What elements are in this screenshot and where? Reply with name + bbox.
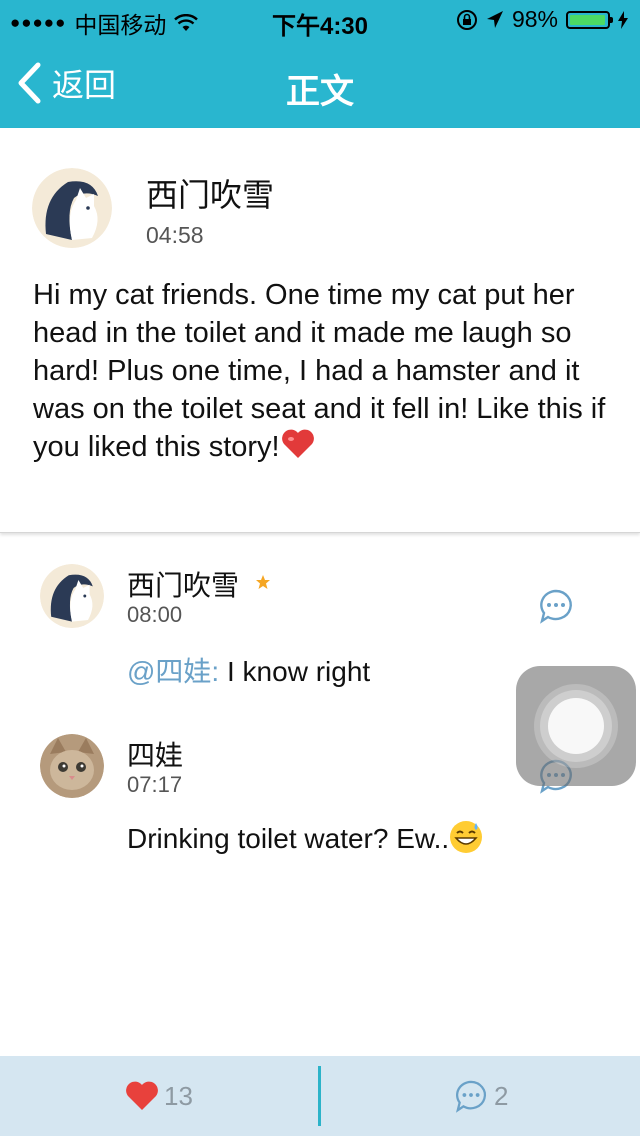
cat-avatar-image [40, 564, 104, 628]
page-title: 正文 [286, 73, 354, 111]
mention-link[interactable]: @四娃: [127, 656, 219, 687]
battery-percent: 98% [511, 6, 558, 32]
post-time: 04:58 [146, 222, 204, 248]
grinning-sweat-emoji-icon [450, 821, 483, 853]
battery-fill [570, 14, 606, 25]
post-text: Hi my cat friends. One time my cat put h… [33, 279, 606, 463]
author-name: 西门吹雪 [146, 177, 275, 213]
status-right-group: 98% [456, 6, 628, 33]
comment-body: I know right [219, 656, 371, 687]
comment-text: Drinking toilet water? Ew.. [127, 820, 483, 855]
post-card: 西门吹雪 04:58 Hi my cat friends. One time m… [0, 128, 640, 533]
charging-bolt-icon [618, 10, 628, 29]
battery-icon [566, 10, 613, 29]
kitten-photo-avatar-image [40, 734, 104, 798]
commenter-avatar[interactable] [40, 734, 104, 798]
comment-count: 2 [494, 1080, 509, 1111]
bottom-action-bar: 13 2 [0, 1056, 640, 1136]
location-arrow-icon [486, 10, 503, 28]
like-count: 13 [164, 1080, 193, 1111]
reply-speech-bubble-icon[interactable] [538, 588, 574, 624]
comment-button[interactable]: 2 [454, 1056, 508, 1136]
post-body: Hi my cat friends. One time my cat put h… [33, 276, 613, 466]
red-heart-emoji-icon [281, 429, 314, 458]
star-icon [256, 575, 270, 589]
assistive-touch-button[interactable] [516, 666, 636, 786]
comment-text: @四娃: I know right [127, 650, 370, 690]
status-bar: ●●●●● 中国移动 下午4:30 98% [0, 0, 640, 40]
comment-time: 08:00 [127, 602, 183, 627]
assistive-ring-core [548, 698, 604, 754]
rotation-lock-icon [456, 9, 477, 30]
comment-time: 07:17 [127, 772, 183, 797]
comment-body: Drinking toilet water? Ew.. [127, 823, 450, 854]
commenter-avatar[interactable] [40, 564, 104, 628]
commenter-name: 西门吹雪 [127, 570, 240, 601]
cat-avatar-image [32, 168, 112, 248]
bottom-bar-divider [318, 1066, 321, 1126]
navigation-bar: 返回 正文 [0, 40, 640, 128]
heart-icon [126, 1081, 158, 1110]
commenter-name: 四娃 [127, 740, 184, 771]
speech-bubble-icon [455, 1080, 487, 1113]
like-button[interactable]: 13 [124, 1056, 193, 1136]
author-avatar[interactable] [32, 168, 112, 248]
